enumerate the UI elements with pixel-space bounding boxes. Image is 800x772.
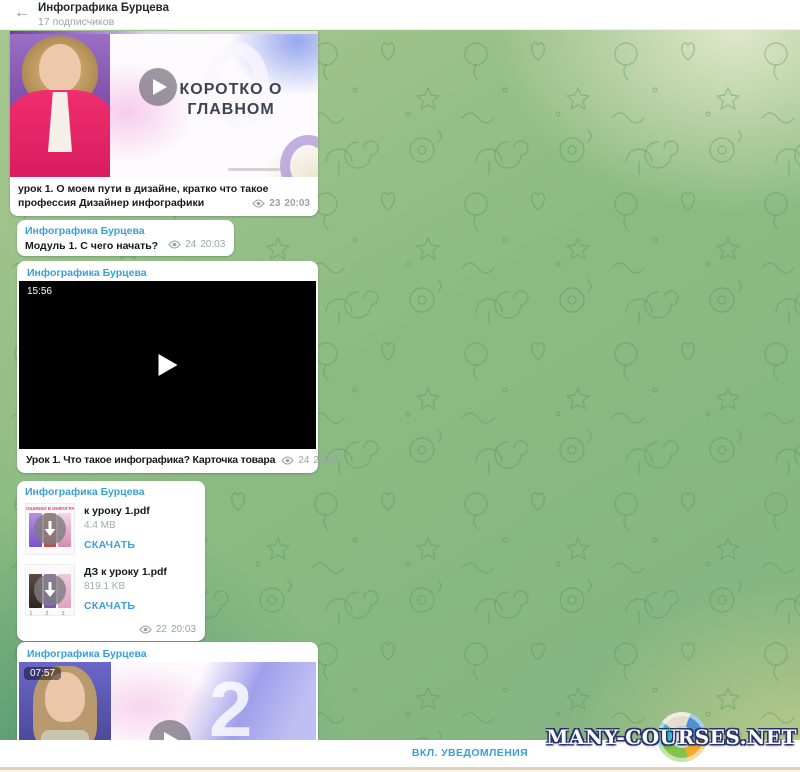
thumbnail-art: КОРОТКО О ГЛАВНОМ — [110, 34, 318, 177]
download-overlay — [34, 513, 66, 545]
file-name: к уроку 1.pdf — [84, 505, 150, 517]
download-link[interactable]: СКАЧАТЬ — [84, 600, 167, 612]
views-count: 23 — [269, 197, 280, 211]
message-time: 20:03 — [284, 197, 310, 211]
message-meta: 23 20:03 — [252, 197, 310, 211]
channel-name-link[interactable]: Инфографика Бурцева — [17, 482, 205, 500]
views-count: 24 — [298, 455, 309, 466]
message-video-intro: КОРОТКО О ГЛАВНОМ урок 1. О моем пути в … — [10, 31, 318, 216]
views-eye-icon — [252, 199, 265, 208]
video-duration-badge: 07:57 — [24, 667, 61, 680]
message-meta: 22 20:03 — [139, 624, 196, 635]
message-caption: урок 1. О моем пути в дизайне, кратко чт… — [10, 177, 318, 216]
play-button-icon[interactable] — [158, 354, 177, 376]
views-count: 22 — [156, 624, 167, 635]
thumbnail-watermark — [228, 168, 280, 171]
views-eye-icon — [168, 240, 181, 249]
file-size: 819.1 KB — [84, 581, 167, 592]
download-overlay — [34, 574, 66, 606]
thumbnail-title: КОРОТКО О ГЛАВНОМ — [156, 80, 306, 120]
file-attachment: ОШИБКИ В ИНФОГРАФИКЕ к уроку 1.pdf 4.4 M… — [17, 500, 205, 561]
message-body: Модуль 1. С чего начать? — [25, 240, 158, 252]
video-thumbnail[interactable]: КОРОТКО О ГЛАВНОМ — [10, 31, 318, 177]
back-arrow-icon[interactable]: ← — [14, 4, 30, 22]
message-time: 20:03 — [313, 455, 338, 466]
play-button-icon[interactable] — [139, 68, 177, 106]
channel-name-link[interactable]: Инфографика Бурцева — [17, 221, 234, 239]
telegram-channel-view: ← Инфографика Бурцева 17 подписчиков КОР… — [0, 0, 800, 772]
video-duration: 15:56 — [27, 286, 52, 297]
views-eye-icon — [281, 456, 294, 465]
message-files: Инфографика Бурцева ОШИБКИ В ИНФОГРАФИКЕ… — [17, 481, 205, 641]
file-size: 4.4 MB — [84, 520, 150, 531]
subscribers-count: 17 подписчиков — [38, 16, 114, 28]
views-count: 24 — [185, 239, 196, 250]
file-thumbnail[interactable]: 1 2 3 — [25, 564, 75, 616]
message-caption: Урок 1. Что такое инфографика? Карточка … — [26, 454, 275, 466]
download-arrow-icon — [43, 582, 57, 598]
message-text: Инфографика Бурцева Модуль 1. С чего нач… — [17, 220, 234, 256]
message-video-lesson: Инфографика Бурцева 15:56 Урок 1. Что та… — [17, 261, 318, 473]
message-time: 20:03 — [171, 624, 196, 635]
decor-ring-2 — [280, 135, 318, 177]
file-name: ДЗ к уроку 1.pdf — [84, 566, 167, 578]
presenter-photo — [10, 34, 110, 177]
channel-title: Инфографика Бурцева — [38, 2, 169, 14]
presenter-face — [39, 44, 81, 92]
channel-name-link[interactable]: Инфографика Бурцева — [19, 644, 316, 662]
presenter-jacket — [10, 90, 110, 177]
message-meta: 24 20:03 — [168, 239, 225, 250]
download-arrow-icon — [43, 521, 57, 537]
download-link[interactable]: СКАЧАТЬ — [84, 539, 150, 551]
message-time: 20:03 — [200, 239, 225, 250]
views-eye-icon — [139, 625, 152, 634]
file-attachment: 1 2 3 ДЗ к уроку 1.pdf 819.1 KB СКАЧАТЬ — [17, 561, 205, 622]
thumb-footer-text: 1 2 3 — [26, 611, 74, 616]
thumbnail-glyph: 2 — [209, 670, 252, 748]
message-meta: 24 20:03 — [281, 455, 338, 466]
thumb-header-text: ОШИБКИ В ИНФОГРАФИКЕ — [26, 506, 74, 511]
chat-header: ← Инфографика Бурцева 17 подписчиков — [0, 0, 800, 30]
notifications-toggle-bar[interactable]: ВКЛ. УВЕДОМЛЕНИЯ — [0, 740, 800, 767]
video-player[interactable]: 15:56 — [19, 281, 316, 449]
channel-name-link[interactable]: Инфографика Бурцева — [19, 263, 316, 281]
enable-notifications-button[interactable]: ВКЛ. УВЕДОМЛЕНИЯ — [412, 747, 528, 759]
frame-top-strip — [10, 31, 318, 34]
file-thumbnail[interactable]: ОШИБКИ В ИНФОГРАФИКЕ — [25, 503, 75, 555]
